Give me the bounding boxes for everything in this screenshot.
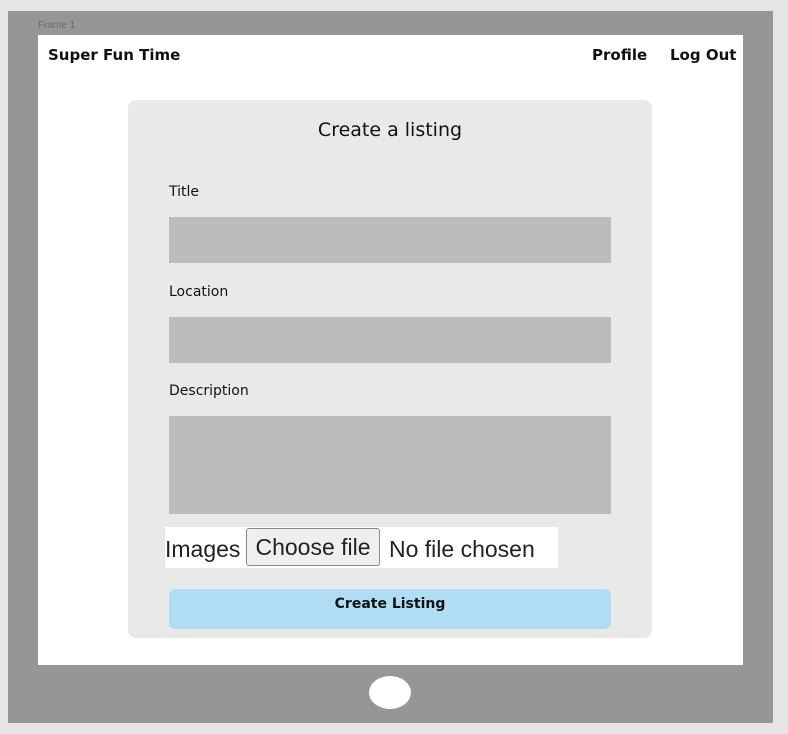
nav-profile-link[interactable]: Profile	[592, 46, 647, 64]
title-label: Title	[169, 184, 200, 200]
images-file-input: Images Choose file No file chosen	[165, 527, 558, 568]
choose-file-button[interactable]: Choose file	[246, 528, 380, 566]
images-label: Images	[165, 536, 241, 562]
top-navbar: Super Fun Time Profile Log Out	[38, 35, 743, 75]
form-title: Create a listing	[317, 119, 463, 141]
description-label: Description	[169, 383, 249, 399]
brand-name[interactable]: Super Fun Time	[48, 46, 180, 64]
frame-label: Frame 1	[38, 20, 76, 31]
home-button-icon[interactable]	[369, 676, 411, 709]
location-label: Location	[169, 284, 229, 300]
app-screen: Super Fun Time Profile Log Out Create a …	[38, 35, 743, 665]
description-textarea[interactable]	[169, 416, 611, 514]
file-status-text: No file chosen	[389, 536, 535, 562]
title-input[interactable]	[169, 217, 611, 263]
nav-logout-link[interactable]: Log Out	[670, 46, 736, 64]
create-listing-form: Create a listing Title Location Descript…	[128, 100, 652, 638]
create-listing-button[interactable]: Create Listing	[169, 589, 611, 629]
location-input[interactable]	[169, 317, 611, 363]
